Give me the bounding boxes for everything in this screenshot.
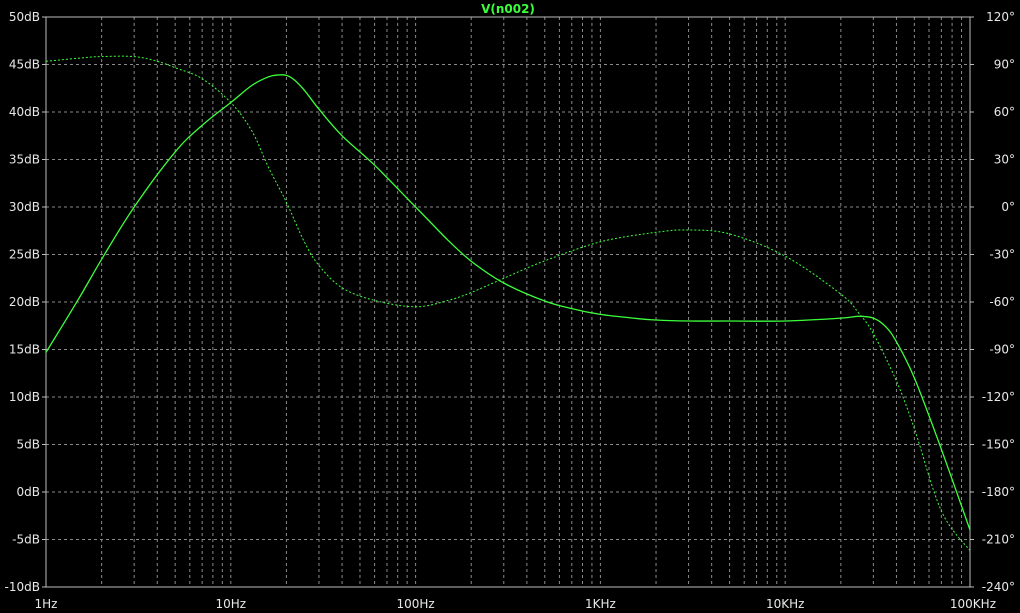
y-left-tick-label: 10dB bbox=[9, 390, 40, 404]
y-right-tick-label: 30° bbox=[994, 153, 1015, 167]
y-left-tick-label: 50dB bbox=[9, 10, 40, 24]
chart-title: V(n002) bbox=[481, 2, 535, 16]
y-right-tick-label: -150° bbox=[982, 438, 1015, 452]
x-tick-label: 1KHz bbox=[585, 597, 616, 611]
bode-plot: V(n002) 50dB 45dB 40dB 35dB 30dB 25dB 20dB 15dB… bbox=[5, 2, 1015, 611]
y-left-tick-label: -10dB bbox=[5, 580, 40, 594]
x-tick-label: 100Hz bbox=[396, 597, 434, 611]
y-right-tick-label: -60° bbox=[989, 295, 1015, 309]
y-right-tick-label: 60° bbox=[994, 105, 1015, 119]
y-right-tick-label: -210° bbox=[982, 533, 1015, 547]
y-left-tick-label: 30dB bbox=[9, 200, 40, 214]
y-right-tick-label: -240° bbox=[982, 580, 1015, 594]
y-right-tick-label: -180° bbox=[982, 485, 1015, 499]
major-gridlines bbox=[45, 16, 971, 588]
y-right-tick-labels: 120° 90° 60° 30° 0° -30° -60° -90° -120° -150° -18… bbox=[970, 10, 1015, 594]
y-left-tick-label: 5dB bbox=[17, 438, 40, 452]
y-left-tick-label: 20dB bbox=[9, 295, 40, 309]
y-left-tick-label: 35dB bbox=[9, 153, 40, 167]
phase-trace bbox=[45, 55, 971, 551]
y-right-tick-label: 0° bbox=[1001, 200, 1015, 214]
y-left-tick-label: 25dB bbox=[9, 248, 40, 262]
traces bbox=[45, 55, 971, 551]
y-right-tick-label: 90° bbox=[994, 58, 1015, 72]
y-right-tick-label: -120° bbox=[982, 390, 1015, 404]
y-left-tick-label: 15dB bbox=[9, 343, 40, 357]
y-left-tick-label: 45dB bbox=[9, 58, 40, 72]
y-left-tick-labels: 50dB 45dB 40dB 35dB 30dB 25dB 20dB 15dB 10dB 5dB 0… bbox=[5, 10, 46, 594]
x-tick-label: 10Hz bbox=[216, 597, 247, 611]
x-tick-label: 1Hz bbox=[35, 597, 58, 611]
y-left-tick-label: 0dB bbox=[17, 485, 40, 499]
y-right-tick-label: -30° bbox=[989, 248, 1015, 262]
x-tick-labels: 1Hz 10Hz 100Hz 1KHz 10KHz 100KHz bbox=[35, 597, 996, 611]
y-left-tick-label: -5dB bbox=[12, 533, 40, 547]
y-right-tick-label: -90° bbox=[989, 343, 1015, 357]
y-left-tick-label: 40dB bbox=[9, 105, 40, 119]
x-tick-label: 100KHz bbox=[950, 597, 996, 611]
y-right-tick-label: 120° bbox=[986, 10, 1015, 24]
x-tick-label: 10KHz bbox=[766, 597, 804, 611]
